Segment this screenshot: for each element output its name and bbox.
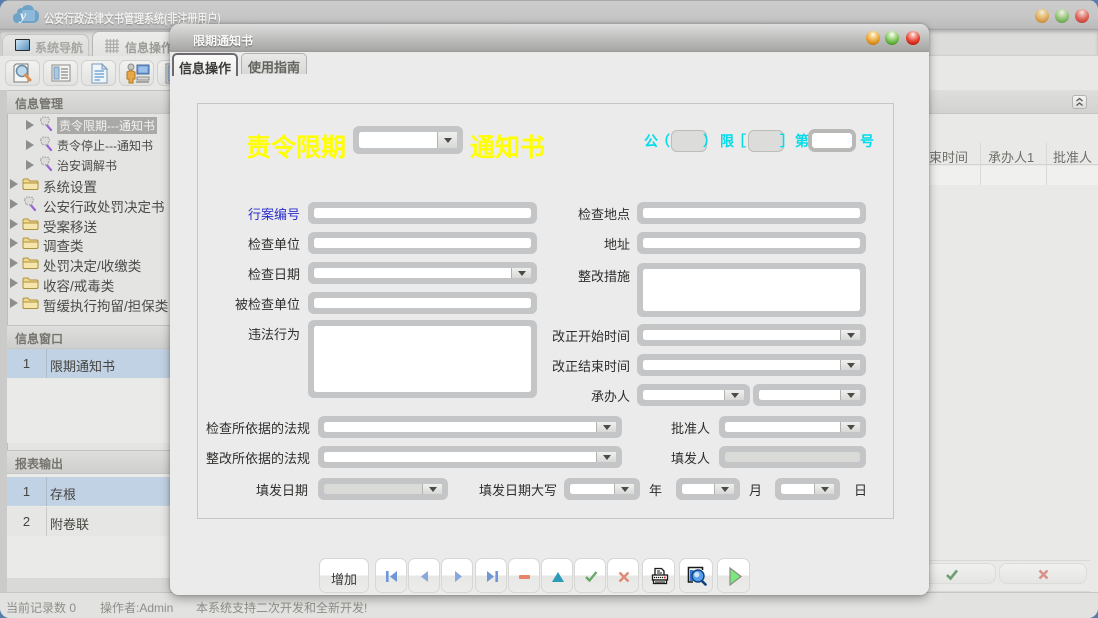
svg-text:y: y <box>18 9 27 24</box>
